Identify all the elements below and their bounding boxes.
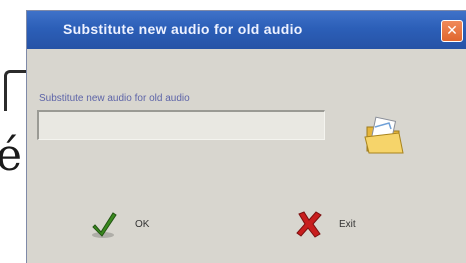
substitute-audio-dialog: Substitute new audio for old audio ✕ Sub…: [26, 10, 466, 263]
exit-button[interactable]: Exit: [295, 206, 356, 242]
window-title: Substitute new audio for old audio: [63, 21, 303, 37]
audio-path-label: Substitute new audio for old audio: [39, 93, 190, 104]
browse-button[interactable]: [361, 113, 407, 159]
red-x-icon: [296, 211, 322, 238]
screenshot-area: é Substitute new audio for old audio ✕ S…: [0, 0, 466, 263]
ok-button[interactable]: OK: [91, 206, 149, 242]
background-page-mark: [4, 70, 27, 111]
checkmark-icon: [92, 212, 117, 238]
close-icon: ✕: [446, 23, 458, 39]
background-page-glyph: é: [0, 130, 23, 181]
ok-label: OK: [135, 218, 150, 230]
exit-label: Exit: [339, 218, 356, 230]
close-button[interactable]: ✕: [441, 20, 463, 42]
title-bar[interactable]: Substitute new audio for old audio ✕: [27, 11, 466, 49]
folder-open-icon: [364, 116, 404, 154]
audio-path-input[interactable]: [37, 110, 325, 140]
